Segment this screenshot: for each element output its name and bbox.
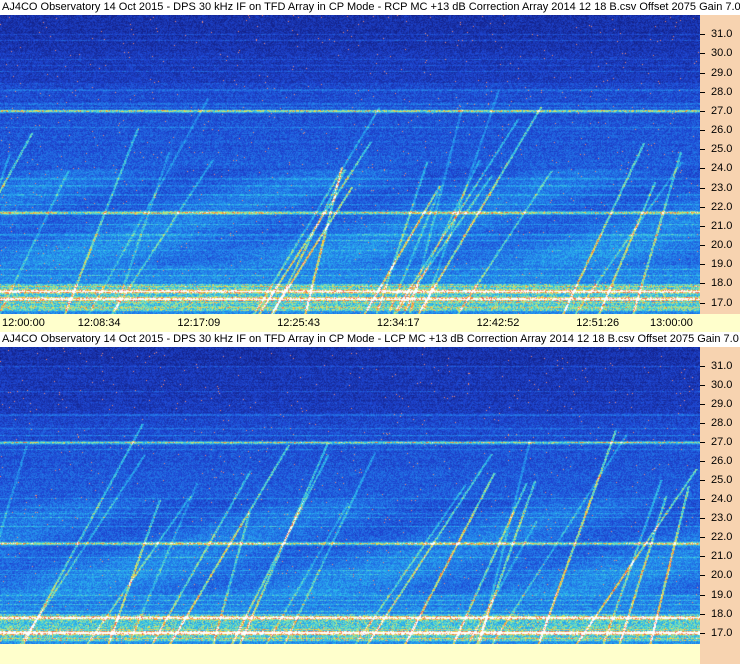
time-tick-label: 12:34:17 <box>376 317 420 329</box>
time-tick-label: 12:00:00 <box>2 317 45 329</box>
rcp-panel-title: AJ4CO Observatory 14 Oct 2015 - DPS 30 k… <box>2 1 740 13</box>
lcp-panel-title: AJ4CO Observatory 14 Oct 2015 - DPS 30 k… <box>2 333 739 345</box>
bottom-strip <box>0 644 740 664</box>
freq-tick-label: 17.0 <box>711 626 733 639</box>
time-tick-label: 13:00:00 <box>650 317 693 329</box>
freq-tick-label: 22.0 <box>711 200 733 213</box>
freq-tick-label: 27.0 <box>711 436 733 449</box>
freq-tick-label: 20.0 <box>711 569 733 582</box>
time-axis: 12:00:00 12:08:34 12:17:09 12:25:43 12:34:17… <box>0 314 740 332</box>
bottom-axis-corner <box>700 644 740 664</box>
lcp-frequency-axis: 31.0 30.0 29.0 28.0 27.0 26.0 25.0 24.0 23.0 22.0… <box>700 347 740 644</box>
freq-tick-label: 22.0 <box>711 531 733 544</box>
freq-tick-label: 29.0 <box>711 398 733 411</box>
lcp-spectrogram-canvas <box>0 347 700 644</box>
freq-tick-label: 29.0 <box>711 66 733 79</box>
freq-tick-label: 26.0 <box>711 124 733 136</box>
freq-tick-label: 26.0 <box>711 455 733 468</box>
freq-tick-label: 28.0 <box>711 85 733 98</box>
freq-tick-label: 30.0 <box>711 379 733 392</box>
rcp-spectrogram-canvas <box>0 15 700 314</box>
lcp-panel: AJ4CO Observatory 14 Oct 2015 - DPS 30 k… <box>0 332 740 644</box>
lcp-spectrogram <box>0 347 700 644</box>
freq-tick-label: 25.0 <box>711 474 733 487</box>
time-tick-label: 12:08:34 <box>77 317 121 329</box>
freq-tick-label: 21.0 <box>711 550 733 563</box>
time-tick-label: 12:51:26 <box>576 317 620 329</box>
freq-tick-label: 18.0 <box>711 277 733 290</box>
freq-tick-label: 24.0 <box>711 493 733 506</box>
freq-tick-label: 17.0 <box>711 296 733 309</box>
freq-tick-label: 19.0 <box>711 258 733 271</box>
freq-tick-label: 28.0 <box>711 417 733 430</box>
time-tick-label: 12:42:52 <box>476 317 520 329</box>
rcp-spectrogram <box>0 15 700 314</box>
time-tick-label: 12:25:43 <box>277 317 320 329</box>
freq-tick-label: 21.0 <box>711 219 733 232</box>
freq-tick-label: 19.0 <box>711 588 733 601</box>
freq-tick-label: 23.0 <box>711 512 733 525</box>
rcp-frequency-axis: 31.0 30.0 29.0 28.0 27.0 26.0 25.0 24.0 23.0 22.0… <box>700 15 740 314</box>
freq-tick-label: 30.0 <box>711 47 733 60</box>
freq-tick-label: 27.0 <box>711 104 733 117</box>
time-tick-label: 12:17:09 <box>177 317 221 329</box>
freq-tick-label: 18.0 <box>711 607 733 620</box>
freq-tick-label: 31.0 <box>711 28 733 41</box>
freq-tick-label: 20.0 <box>711 239 733 251</box>
rcp-panel: AJ4CO Observatory 14 Oct 2015 - DPS 30 k… <box>0 0 740 314</box>
freq-tick-label: 31.0 <box>711 360 733 373</box>
freq-tick-label: 23.0 <box>711 181 733 194</box>
freq-tick-label: 25.0 <box>711 143 733 156</box>
freq-tick-label: 24.0 <box>711 162 733 175</box>
